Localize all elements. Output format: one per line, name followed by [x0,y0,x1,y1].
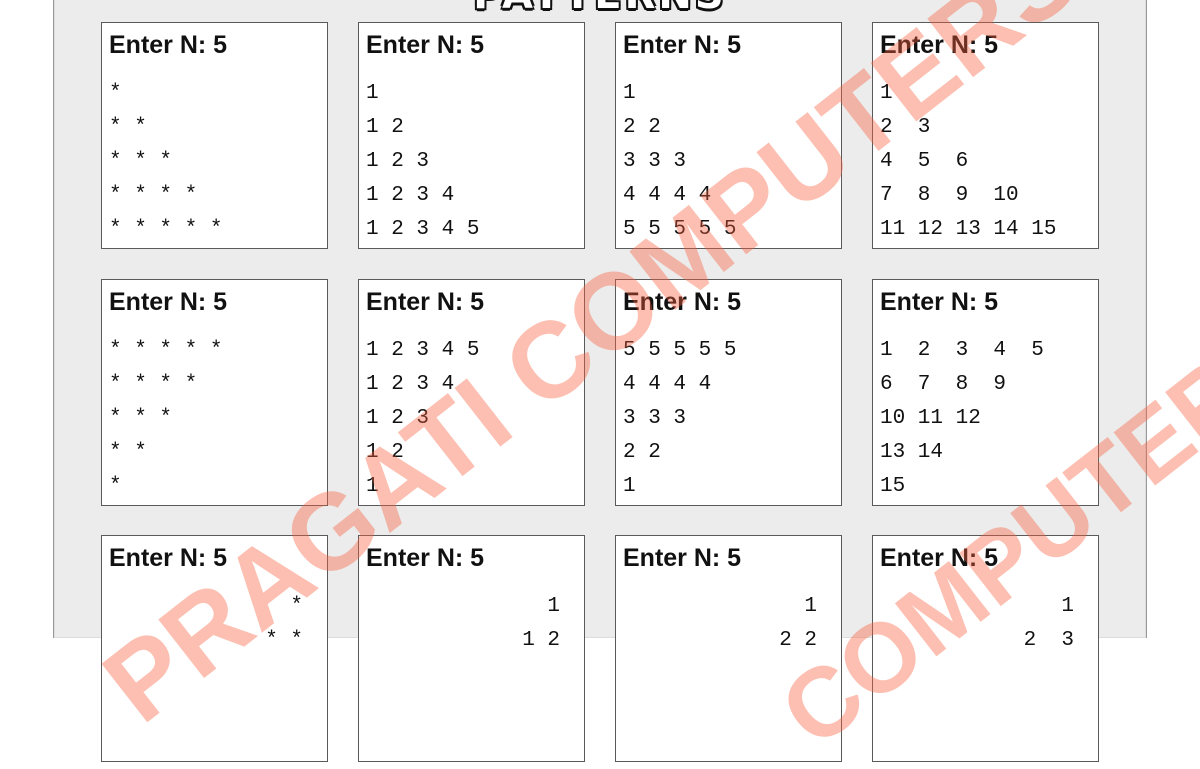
pattern-output: 1 2 3 [1023,595,1074,652]
pattern-box-1: Enter N: 5 * * * * * * * * * * * * * * * [101,22,328,249]
pattern-box-4: Enter N: 5 1 2 3 4 5 6 7 8 9 10 11 12 13… [872,22,1099,249]
pattern-output: * * * * * * * * * * * * * * * [109,339,223,498]
pattern-box-header: Enter N: 5 [109,31,228,59]
pattern-box-header: Enter N: 5 [623,31,742,59]
pattern-box-3: Enter N: 5 1 2 2 3 3 3 4 4 4 4 5 5 5 5 5 [615,22,842,249]
pattern-output: 1 2 3 4 5 6 7 8 9 10 11 12 13 14 15 [880,82,1057,241]
pattern-box-6: Enter N: 5 1 2 3 4 5 1 2 3 4 1 2 3 1 2 1 [358,279,585,506]
pattern-box-2: Enter N: 5 1 1 2 1 2 3 1 2 3 4 1 2 3 4 5 [358,22,585,249]
pattern-box-header: Enter N: 5 [109,288,228,316]
pattern-box-header: Enter N: 5 [880,31,999,59]
pattern-box-header: Enter N: 5 [366,288,485,316]
pattern-box-header: Enter N: 5 [109,544,228,572]
pattern-output: 5 5 5 5 5 4 4 4 4 3 3 3 2 2 1 [623,339,737,498]
pattern-box-8: Enter N: 5 1 2 3 4 5 6 7 8 9 10 11 12 13… [872,279,1099,506]
pattern-output: 1 1 2 1 2 3 1 2 3 4 1 2 3 4 5 [366,82,480,241]
pattern-output: 1 2 2 3 3 3 4 4 4 4 5 5 5 5 5 [623,82,737,241]
pattern-box-7: Enter N: 5 5 5 5 5 5 4 4 4 4 3 3 3 2 2 1 [615,279,842,506]
pattern-box-12: Enter N: 5 1 2 3 [872,535,1099,762]
pattern-box-5: Enter N: 5 * * * * * * * * * * * * * * * [101,279,328,506]
pattern-box-header: Enter N: 5 [880,288,999,316]
pattern-box-header: Enter N: 5 [623,544,742,572]
pattern-output: * * * * * * * * * * * * * * * [109,82,223,241]
pattern-output: 1 2 2 [779,595,817,652]
pattern-box-11: Enter N: 5 1 2 2 [615,535,842,762]
pattern-output: * * * [265,595,303,652]
pattern-output: 1 2 3 4 5 1 2 3 4 1 2 3 1 2 1 [366,339,480,498]
pattern-box-header: Enter N: 5 [366,31,485,59]
pattern-output: 1 1 2 [522,595,560,652]
pattern-output: 1 2 3 4 5 6 7 8 9 10 11 12 13 14 15 [880,339,1044,498]
pattern-box-header: Enter N: 5 [366,544,485,572]
page-title: PATTERNS [54,0,1146,18]
pattern-box-header: Enter N: 5 [623,288,742,316]
pattern-box-9: Enter N: 5 * * * [101,535,328,762]
pattern-box-header: Enter N: 5 [880,544,999,572]
pattern-sheet: PATTERNS Enter N: 5 * * * * * * * * * * … [53,0,1147,762]
pattern-box-10: Enter N: 5 1 1 2 [358,535,585,762]
